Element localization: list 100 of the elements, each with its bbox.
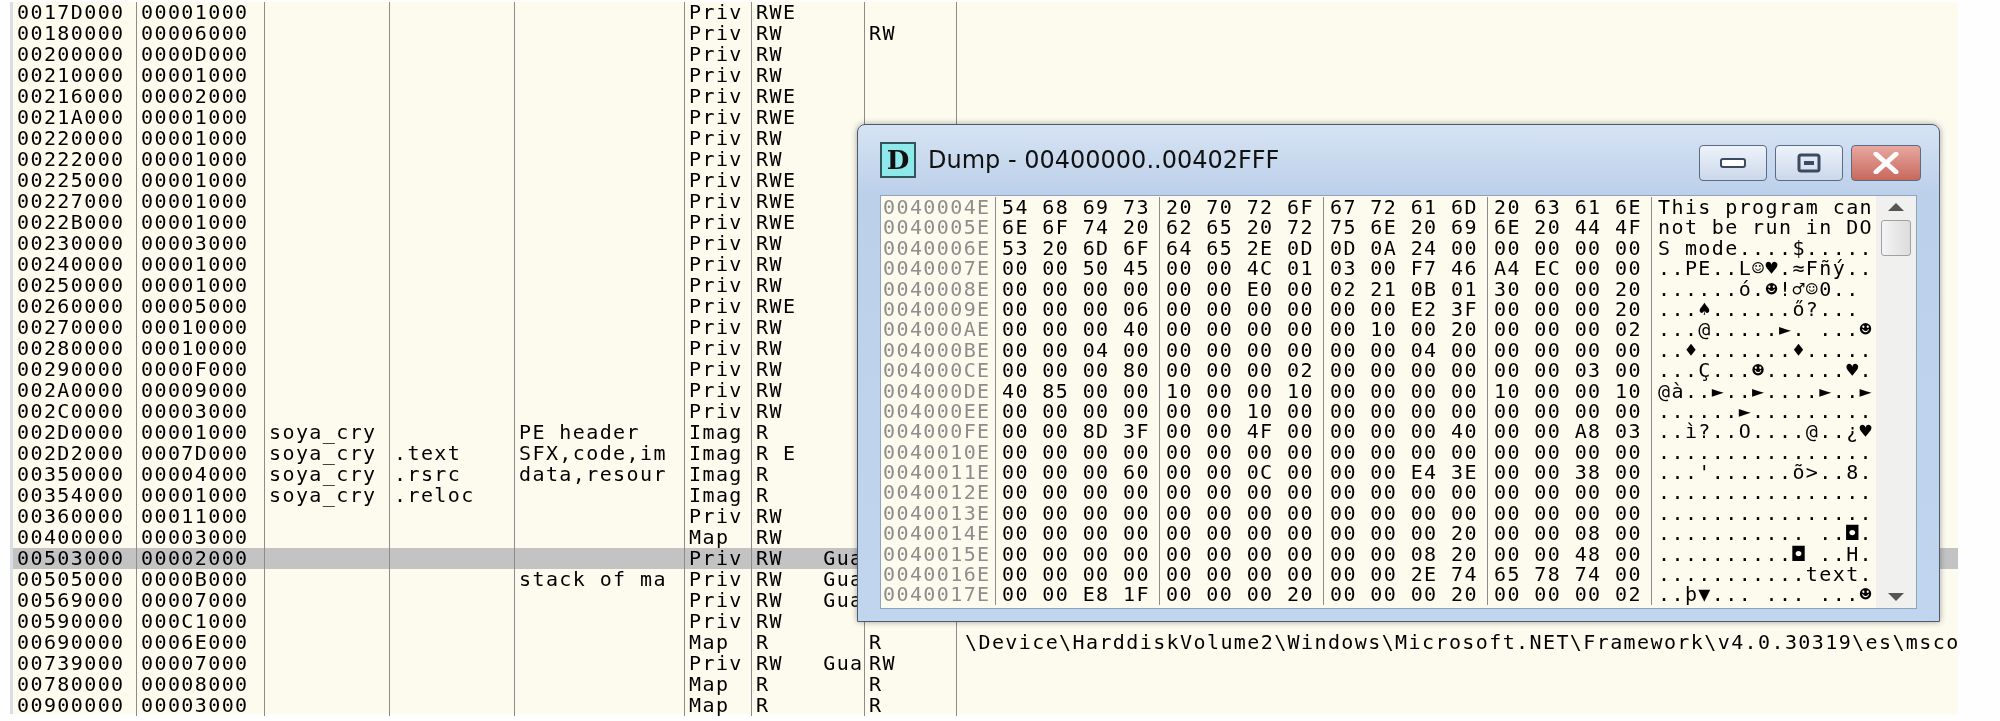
hex-bytes: 75 6E 20 69: [1324, 217, 1488, 238]
table-cell: 00222000: [17, 147, 125, 171]
table-cell: 00007000: [141, 588, 249, 612]
address-cell: 0040004E: [881, 197, 996, 218]
hex-bytes: 00 00 50 45: [996, 258, 1160, 279]
address-cell: 0040014E: [881, 523, 996, 544]
table-cell: 00569000: [17, 588, 125, 612]
address-cell: 0040007E: [881, 258, 996, 279]
table-cell: 00505000: [17, 567, 125, 591]
table-cell: PE header: [519, 420, 640, 444]
table-cell: 00260000: [17, 294, 125, 318]
table-cell: R: [756, 420, 770, 444]
hex-bytes: 00 00 00 00: [1324, 360, 1488, 381]
table-cell: RW: [756, 252, 783, 276]
table-cell: RW: [756, 399, 783, 423]
table-cell: 00003000: [141, 399, 249, 423]
ascii-text: ...♠......ő?...: [1657, 298, 1861, 320]
table-cell: RW: [756, 504, 783, 528]
hex-bytes: 00 00 8D 3F: [996, 421, 1160, 442]
hex-bytes: 00 00 00 00: [1324, 380, 1488, 401]
hex-bytes: 40 85 00 00: [996, 380, 1160, 401]
hex-bytes: 00 00 4F 00: [1160, 421, 1324, 442]
ascii-text: ..ì?..O....@..¿♥: [1657, 421, 1872, 442]
address-cell: 0040009E: [881, 298, 996, 320]
table-cell: RW: [756, 525, 783, 549]
ascii-text: not be run in DO: [1657, 217, 1872, 238]
hex-bytes: 00 00 00 00: [1160, 502, 1324, 524]
table-cell: 00227000: [17, 189, 125, 213]
table-cell: \Device\HarddiskVolume2\Windows\Microsoft.NET\Framework\v4.0.30319\es\msco: [965, 630, 1960, 654]
table-cell: 00270000: [17, 315, 125, 339]
hex-bytes: 00 00 00 00: [1160, 564, 1324, 585]
table-cell: Priv: [689, 567, 743, 591]
table-cell: Priv: [689, 210, 743, 234]
table-cell: 002A0000: [17, 378, 125, 402]
address-cell: 0040012E: [881, 482, 996, 503]
hex-bytes: 20 70 72 6F: [1160, 197, 1324, 218]
table-cell: Priv: [689, 168, 743, 192]
hex-bytes: 00 00 A8 03: [1488, 421, 1652, 442]
table-cell: stack of ma: [519, 567, 667, 591]
hex-bytes: 0D 0A 24 00: [1324, 237, 1488, 259]
table-cell: RWE: [756, 168, 797, 192]
hex-bytes: 00 00 00 00: [1160, 441, 1324, 463]
hex-bytes: A4 EC 00 00: [1488, 258, 1652, 279]
table-cell: RW: [869, 651, 896, 675]
table-cell: 00001000: [141, 483, 249, 507]
table-cell: R E: [756, 441, 797, 465]
table-cell: R: [756, 672, 770, 696]
hex-bytes: 54 68 69 73: [996, 197, 1160, 218]
hex-bytes: 00 00 00 00: [1160, 339, 1324, 361]
table-cell: 00780000: [17, 672, 125, 696]
hex-bytes: 64 65 2E 0D: [1160, 237, 1324, 259]
hex-bytes: 03 00 F7 46: [1324, 258, 1488, 279]
address-cell: 0040010E: [881, 441, 996, 463]
table-cell: 00503000: [17, 546, 125, 570]
hex-bytes: 00 00 04 00: [1324, 339, 1488, 361]
table-cell: Map: [689, 525, 730, 549]
table-cell: RW: [756, 357, 783, 381]
table-cell: 00001000: [141, 105, 249, 129]
hex-bytes: 00 00 00 00: [1324, 441, 1488, 463]
table-cell: Priv: [689, 105, 743, 129]
table-cell: 0000F000: [141, 357, 249, 381]
table-cell: 00001000: [141, 273, 249, 297]
table-cell: Priv: [689, 294, 743, 318]
table-cell: Priv: [689, 588, 743, 612]
table-cell: 00590000: [17, 609, 125, 633]
table-cell: RW: [756, 609, 783, 633]
table-cell: 0022B000: [17, 210, 125, 234]
address-cell: 004000BE: [881, 339, 996, 361]
table-cell: 00001000: [141, 189, 249, 213]
table-cell: 00400000: [17, 525, 125, 549]
hex-bytes: 62 65 20 72: [1160, 217, 1324, 238]
table-cell: RW Gua: [756, 651, 864, 675]
table-cell: 00003000: [141, 231, 249, 255]
hex-bytes: 00 00 48 00: [1488, 543, 1652, 565]
table-cell: Priv: [689, 609, 743, 633]
hex-bytes: 10 00 00 10: [1160, 380, 1324, 401]
table-cell: RW: [756, 336, 783, 360]
table-cell: Priv: [689, 336, 743, 360]
hex-bytes: 00 00 00 20: [1488, 298, 1652, 320]
ascii-text: ................: [1657, 482, 1872, 503]
table-cell: RW: [756, 21, 783, 45]
hex-bytes: 6E 20 44 4F: [1488, 217, 1652, 238]
hex-bytes: 00 00 E0 00: [1160, 278, 1324, 299]
table-cell: 00200000: [17, 42, 125, 66]
table-cell: 00001000: [141, 63, 249, 87]
table-cell: 00011000: [141, 504, 249, 528]
ascii-text: ................: [1657, 502, 1872, 524]
table-cell: 00180000: [17, 21, 125, 45]
table-cell: RW: [756, 147, 783, 171]
hex-bytes: 67 72 61 6D: [1324, 197, 1488, 218]
table-cell: 0017D000: [17, 0, 125, 24]
table-cell: RW: [756, 315, 783, 339]
table-cell: data,resour: [519, 462, 667, 486]
hex-bytes: 00 00 04 00: [996, 339, 1160, 361]
table-cell: 00002000: [141, 84, 249, 108]
table-cell: .text: [394, 441, 462, 465]
table-cell: 00007000: [141, 651, 249, 675]
table-cell: RWE: [756, 0, 797, 24]
table-cell: Priv: [689, 0, 743, 24]
table-cell: RWE: [756, 189, 797, 213]
